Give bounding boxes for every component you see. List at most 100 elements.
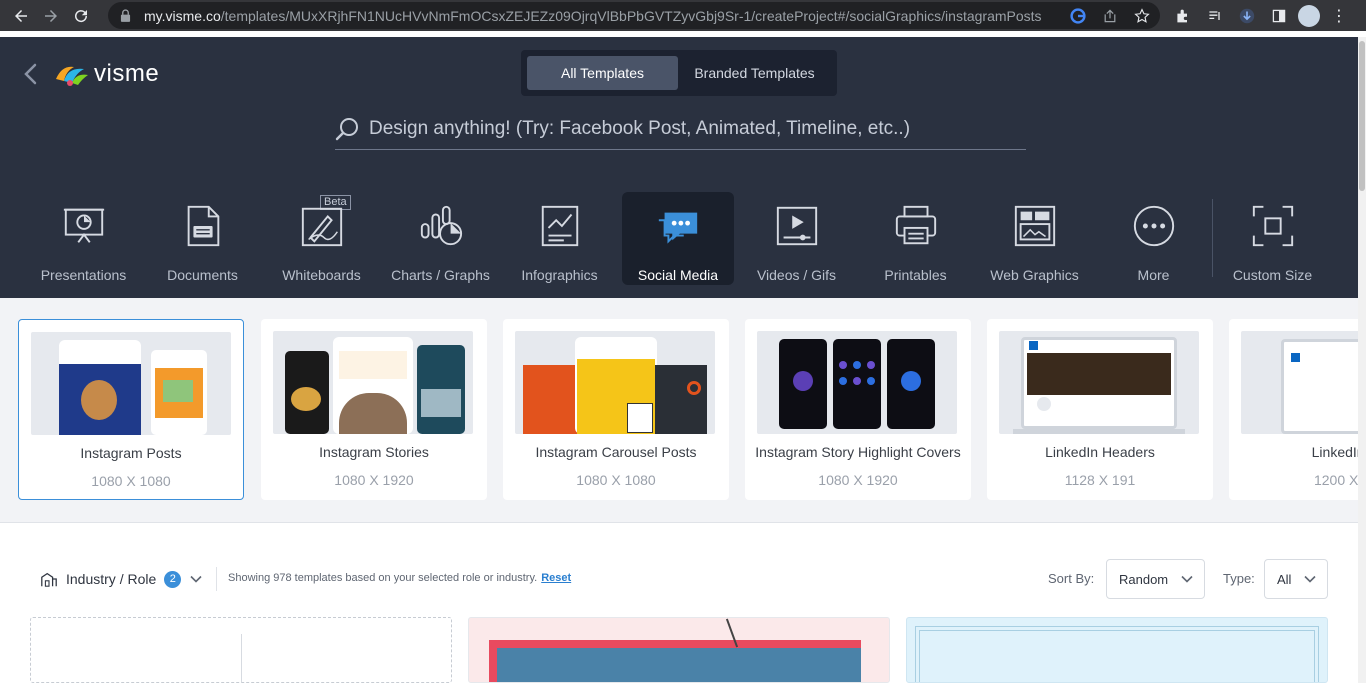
extensions-icon[interactable] [1170, 3, 1196, 29]
category-label: Social Media [637, 267, 719, 283]
category-custom-size[interactable]: Custom Size [1213, 192, 1332, 285]
card-thumbnail [31, 332, 231, 435]
card-thumbnail [273, 331, 473, 434]
category-web-graphics[interactable]: Web Graphics [975, 192, 1094, 285]
presentation-icon [60, 202, 108, 250]
card-linkedin-partial[interactable]: LinkedIn I 1200 X 1 [1229, 319, 1358, 500]
document-icon [179, 202, 227, 250]
card-dimensions: 1080 X 1920 [818, 472, 898, 488]
type-select[interactable]: All [1264, 559, 1328, 599]
card-instagram-stories[interactable]: Instagram Stories 1080 X 1920 [261, 319, 487, 500]
reading-list-icon[interactable] [1202, 3, 1228, 29]
sort-value: Random [1119, 571, 1169, 587]
card-instagram-carousel-posts[interactable]: Instagram Carousel Posts 1080 X 1080 [503, 319, 729, 500]
chevron-down-icon [1181, 575, 1193, 583]
web-graphics-icon [1011, 202, 1059, 250]
type-label: Type: [1223, 571, 1255, 586]
category-documents[interactable]: Documents [143, 192, 262, 285]
card-thumbnail [515, 331, 715, 434]
back-arrow-icon[interactable] [20, 61, 42, 87]
whiteboard-icon [298, 202, 346, 250]
card-thumbnail [999, 331, 1199, 434]
profile-avatar[interactable] [1298, 4, 1320, 27]
category-label: Charts / Graphs [391, 267, 490, 283]
category-whiteboards[interactable]: Whiteboards [262, 192, 381, 285]
chat-bubbles-icon [654, 202, 702, 250]
download-icon[interactable] [1234, 3, 1260, 29]
category-videos-gifs[interactable]: Videos / Gifs [737, 192, 856, 285]
template-preview-embrace[interactable] [468, 617, 890, 683]
search-icon [335, 118, 358, 141]
infographic-icon [536, 202, 584, 250]
side-panel-icon[interactable] [1266, 3, 1292, 29]
browser-menu-icon[interactable]: ⋮ [1326, 3, 1352, 29]
share-icon[interactable] [1098, 4, 1122, 28]
card-instagram-posts[interactable]: Instagram Posts 1080 X 1080 [18, 319, 244, 500]
card-title: LinkedIn Headers [1045, 444, 1155, 460]
card-dimensions: 1128 X 191 [1064, 472, 1136, 488]
category-social-media[interactable]: Social Media [622, 192, 734, 285]
forward-button[interactable] [36, 0, 66, 31]
printer-icon [892, 202, 940, 250]
card-dimensions: 1200 X 1 [1313, 472, 1358, 488]
building-icon [41, 572, 57, 587]
category-label: Presentations [40, 267, 127, 283]
search-placeholder: Design anything! (Try: Facebook Post, An… [369, 118, 911, 139]
industry-role-label: Industry / Role [66, 571, 157, 587]
browser-toolbar: my.visme.co/templates/MUxXRjhFN1NUcHVvNm… [0, 0, 1366, 31]
chevron-down-icon [1304, 575, 1316, 583]
category-printables[interactable]: Printables [856, 192, 975, 285]
back-button[interactable] [6, 0, 36, 31]
app-header: visme All Templates Branded Templates De… [0, 37, 1358, 298]
card-linkedin-headers[interactable]: LinkedIn Headers 1128 X 191 [987, 319, 1213, 500]
card-title: LinkedIn I [1311, 444, 1358, 460]
tab-branded-templates[interactable]: Branded Templates [678, 56, 831, 90]
card-title: Instagram Story Highlight Covers [755, 444, 961, 460]
template-tabs: All Templates Branded Templates [521, 50, 837, 96]
category-more[interactable]: More [1094, 192, 1213, 285]
lock-icon [120, 9, 132, 23]
google-icon[interactable] [1066, 4, 1090, 28]
template-type-strip: Instagram Posts 1080 X 1080 Instagram St… [0, 298, 1358, 523]
template-preview-blank[interactable] [30, 617, 452, 683]
sort-by-label: Sort By: [1048, 571, 1095, 586]
industry-count-badge: 2 [164, 570, 182, 588]
card-title: Instagram Stories [319, 444, 429, 460]
category-label: Printables [884, 267, 947, 283]
page-scrollbar[interactable] [1358, 37, 1366, 683]
reload-icon [75, 9, 88, 22]
card-dimensions: 1080 X 1920 [334, 472, 414, 488]
logo-text: visme [94, 60, 160, 87]
card-dimensions: 1080 X 1080 [576, 472, 656, 488]
tab-all-templates[interactable]: All Templates [527, 56, 678, 90]
filter-divider [216, 567, 217, 591]
category-infographics[interactable]: Infographics [500, 192, 619, 285]
category-label: Documents [167, 267, 238, 283]
category-presentations[interactable]: Presentations [24, 192, 143, 285]
category-label: More [1137, 267, 1170, 283]
reload-button[interactable] [66, 0, 96, 31]
reset-link[interactable]: Reset [541, 572, 571, 584]
visme-logo[interactable]: visme [54, 59, 159, 89]
chevron-down-icon [190, 575, 202, 583]
category-label: Web Graphics [990, 267, 1079, 283]
chart-icon [417, 202, 465, 250]
scrollbar-thumb[interactable] [1359, 41, 1365, 191]
arrow-right-icon [45, 9, 57, 22]
template-preview-blue-frame[interactable] [906, 617, 1328, 683]
visme-logo-mark-icon [56, 66, 88, 86]
address-bar[interactable]: my.visme.co/templates/MUxXRjhFN1NUcHVvNm… [108, 2, 1160, 29]
card-thumbnail [757, 331, 957, 434]
category-charts-graphs[interactable]: Charts / Graphs [381, 192, 500, 285]
card-instagram-story-highlight-covers[interactable]: Instagram Story Highlight Covers 1080 X … [745, 319, 971, 500]
card-thumbnail [1241, 331, 1358, 434]
card-title: Instagram Carousel Posts [535, 444, 697, 460]
bookmark-star-icon[interactable] [1130, 4, 1154, 28]
category-bar: Presentations Documents Whiteboards Char… [24, 192, 1332, 287]
category-label: Videos / Gifs [756, 267, 837, 283]
sort-select[interactable]: Random [1106, 559, 1205, 599]
category-divider [1212, 199, 1213, 277]
search-input[interactable]: Design anything! (Try: Facebook Post, An… [335, 109, 1026, 150]
industry-role-filter[interactable]: Industry / Role 2 [40, 570, 203, 588]
url-text: my.visme.co/templates/MUxXRjhFN1NUcHVvNm… [144, 7, 1042, 24]
